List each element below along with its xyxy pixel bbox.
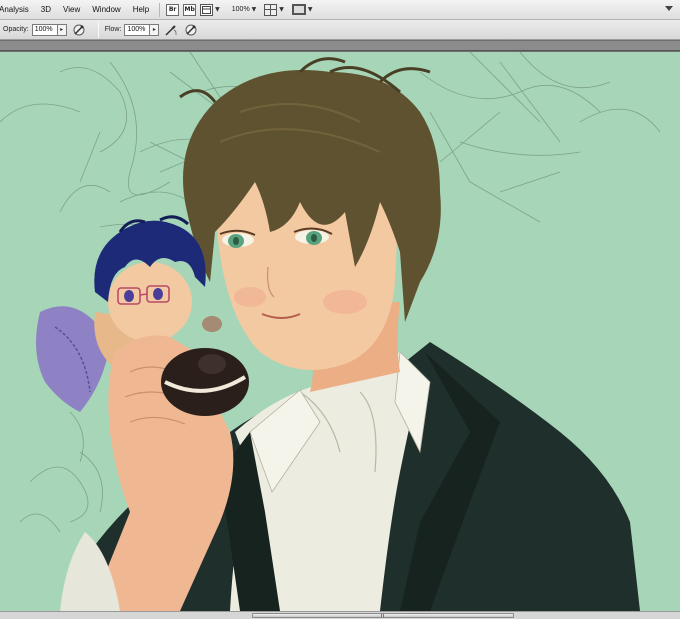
flow-input[interactable]: 100% — [124, 23, 151, 36]
scrollbar-thumb[interactable] — [252, 613, 514, 618]
arrange-documents-icon[interactable] — [264, 3, 278, 16]
menu-bar: Analysis 3D View Window Help Br Mb ▼ 100… — [0, 0, 680, 20]
airbrush-icon[interactable] — [164, 23, 178, 37]
options-bar: Opacity: 100% ▸ Flow: 100% ▸ — [0, 20, 680, 40]
options-separator — [97, 21, 99, 38]
chevron-down-icon[interactable]: ▼ — [215, 6, 220, 13]
zoom-dropdown-icon[interactable]: ▼ — [252, 6, 257, 13]
view-extras-icon[interactable] — [200, 3, 214, 16]
menu-view[interactable]: View — [57, 0, 86, 20]
arrange-dropdown-icon[interactable]: ▼ — [279, 6, 284, 13]
flow-label: Flow: — [104, 26, 122, 33]
opacity-input[interactable]: 100% — [31, 23, 58, 36]
menu-analysis[interactable]: Analysis — [0, 0, 35, 20]
workspace-gap — [0, 41, 680, 51]
mini-bridge-icon[interactable]: Mb — [183, 3, 197, 16]
screen-mode-dropdown-icon[interactable]: ▼ — [308, 6, 313, 13]
pressure-opacity-icon[interactable] — [72, 23, 86, 37]
scrollbar-grip-icon — [381, 614, 385, 617]
opacity-label: Opacity: — [3, 26, 29, 33]
menu-separator — [159, 2, 161, 17]
zoom-level[interactable]: 100% — [232, 6, 250, 13]
menu-3d[interactable]: 3D — [35, 0, 57, 20]
horizontal-scrollbar[interactable] — [0, 611, 680, 619]
pressure-size-icon[interactable] — [184, 23, 198, 37]
menu-help[interactable]: Help — [127, 0, 155, 20]
artwork — [0, 52, 680, 611]
menu-window[interactable]: Window — [86, 0, 126, 20]
bridge-icon[interactable]: Br — [166, 3, 180, 16]
document-canvas[interactable] — [0, 52, 680, 611]
flow-dropdown-icon[interactable]: ▸ — [150, 23, 160, 36]
screen-mode-icon[interactable] — [291, 4, 306, 15]
opacity-dropdown-icon[interactable]: ▸ — [57, 23, 67, 36]
window-dropdown-icon[interactable] — [664, 4, 674, 14]
